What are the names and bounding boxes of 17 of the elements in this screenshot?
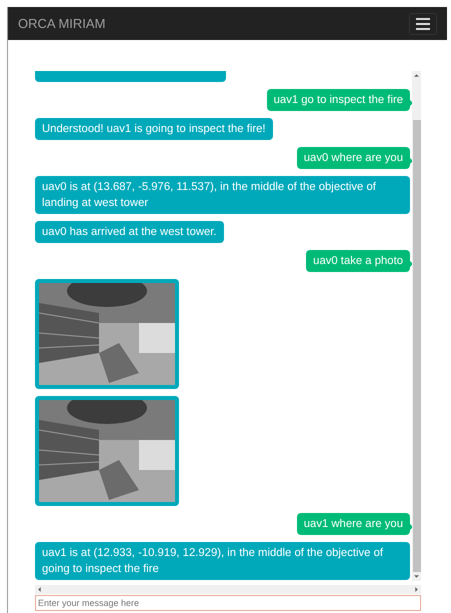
- menu-button[interactable]: [409, 12, 437, 34]
- scroll-arrow-icon[interactable]: [414, 587, 419, 592]
- bot-message: uav1 is at (12.933, -10.919, 12.929), in the middle of the objective of going to inspect the fire: [35, 542, 410, 580]
- scroll-arrow-icon[interactable]: [414, 73, 419, 78]
- user-message: uav0 where are you: [296, 147, 410, 169]
- message-input[interactable]: Enter your message here: [35, 595, 421, 611]
- bot-message: Understood! uav1 is going to inspect the fire!: [35, 118, 273, 140]
- user-message: uav0 take a photo: [306, 250, 410, 272]
- scroll-arrow-icon[interactable]: [37, 587, 42, 592]
- bot-message: uav0 is at (13.687, -5.976, 11.537), in the middle of the objective of landing at west tower: [35, 176, 410, 214]
- user-message: uav1 go to inspect the fire: [266, 89, 410, 111]
- horizontal-scrollbar[interactable]: [35, 585, 421, 594]
- bot-message: uav0 has arrived at the west tower.: [35, 221, 224, 243]
- scroll-arrow-icon[interactable]: [414, 574, 419, 579]
- scrollbar[interactable]: [412, 71, 421, 581]
- user-message: uav1 where are you: [296, 513, 410, 535]
- brand-title[interactable]: ORCA MIRIAM: [18, 16, 106, 31]
